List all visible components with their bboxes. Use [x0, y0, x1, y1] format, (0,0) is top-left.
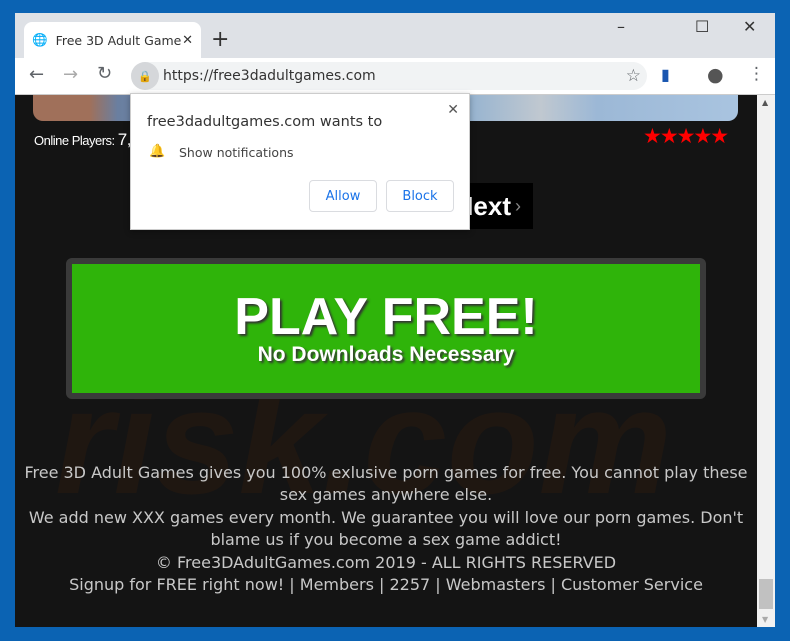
copyright: © Free3DAdultGames.com 2019 - ALL RIGHTS…	[155, 552, 617, 572]
permission-text: Show notifications	[179, 145, 294, 160]
separator: |	[373, 575, 390, 595]
tab-active[interactable]: 🌐 Free 3D Adult Games - Play Grand ✕	[24, 22, 201, 58]
forward-icon[interactable]: →	[63, 64, 78, 85]
new-tab-button[interactable]: +	[211, 27, 229, 52]
chevron-right-icon: ›	[515, 195, 521, 216]
play-subtitle: No Downloads Necessary	[257, 342, 515, 366]
separator: |	[545, 575, 561, 595]
customer-service-link[interactable]: Customer Service	[561, 575, 703, 594]
members-link[interactable]: Members	[300, 575, 374, 594]
signup-link[interactable]: Signup for FREE right now!	[69, 575, 284, 594]
separator: |	[430, 575, 446, 595]
footer-links: Signup for FREE right now! | Members | 2…	[15, 574, 757, 596]
lock-icon[interactable]: 🔒	[131, 62, 159, 90]
allow-button[interactable]: Allow	[309, 180, 377, 212]
maximize-button[interactable]: ☐	[695, 17, 709, 36]
scrollbar[interactable]: ▲ ▼	[757, 95, 775, 627]
close-window-button[interactable]: ✕	[743, 17, 756, 36]
footer-text: Free 3D Adult Games gives you 100% exlus…	[15, 462, 757, 596]
play-title: PLAY FREE!	[234, 287, 538, 346]
online-players: Online Players: 7,	[34, 130, 131, 150]
description-1: Free 3D Adult Games gives you 100% exlus…	[24, 463, 748, 505]
separator: |	[284, 575, 300, 595]
address-bar[interactable]: 🔒 https://free3dadultgames.com ☆	[131, 62, 647, 90]
reload-icon[interactable]: ↻	[97, 63, 112, 84]
menu-icon[interactable]: ⋮	[748, 64, 765, 84]
toolbar: ← → ↻ 🔒 https://free3dadultgames.com ☆ ▮…	[15, 58, 775, 95]
extension-icon[interactable]: ▮	[661, 65, 670, 84]
url-text[interactable]: https://free3dadultgames.com	[163, 68, 376, 84]
globe-icon: 🌐	[32, 32, 48, 47]
block-button[interactable]: Block	[386, 180, 454, 212]
popup-title: free3dadultgames.com wants to	[147, 114, 383, 130]
back-icon[interactable]: ←	[29, 64, 44, 85]
rating-stars: ★★★★★	[643, 124, 729, 148]
profile-icon[interactable]: ●	[707, 64, 724, 86]
minimize-button[interactable]: –	[617, 17, 625, 36]
bell-icon: 🔔	[149, 144, 166, 159]
notification-permission-dialog: free3dadultgames.com wants to ✕ 🔔 Show n…	[130, 93, 470, 230]
scroll-up-icon[interactable]: ▲	[762, 98, 768, 107]
tab-title: Free 3D Adult Games - Play Grand	[55, 32, 183, 48]
webmasters-link[interactable]: Webmasters	[446, 575, 546, 594]
description-2: We add new XXX games every month. We gua…	[28, 507, 744, 550]
scroll-down-icon[interactable]: ▼	[762, 615, 768, 624]
popup-close-icon[interactable]: ✕	[447, 102, 459, 118]
online-label: Online Players:	[34, 133, 115, 148]
tab-close-icon[interactable]: ✕	[182, 33, 193, 48]
star-icon[interactable]: ☆	[626, 66, 641, 86]
play-free-button[interactable]: PLAY FREE! No Downloads Necessary	[66, 258, 706, 399]
scrollbar-thumb[interactable]	[759, 579, 773, 609]
online-value: 7,	[117, 130, 132, 149]
2257-link[interactable]: 2257	[389, 575, 430, 594]
